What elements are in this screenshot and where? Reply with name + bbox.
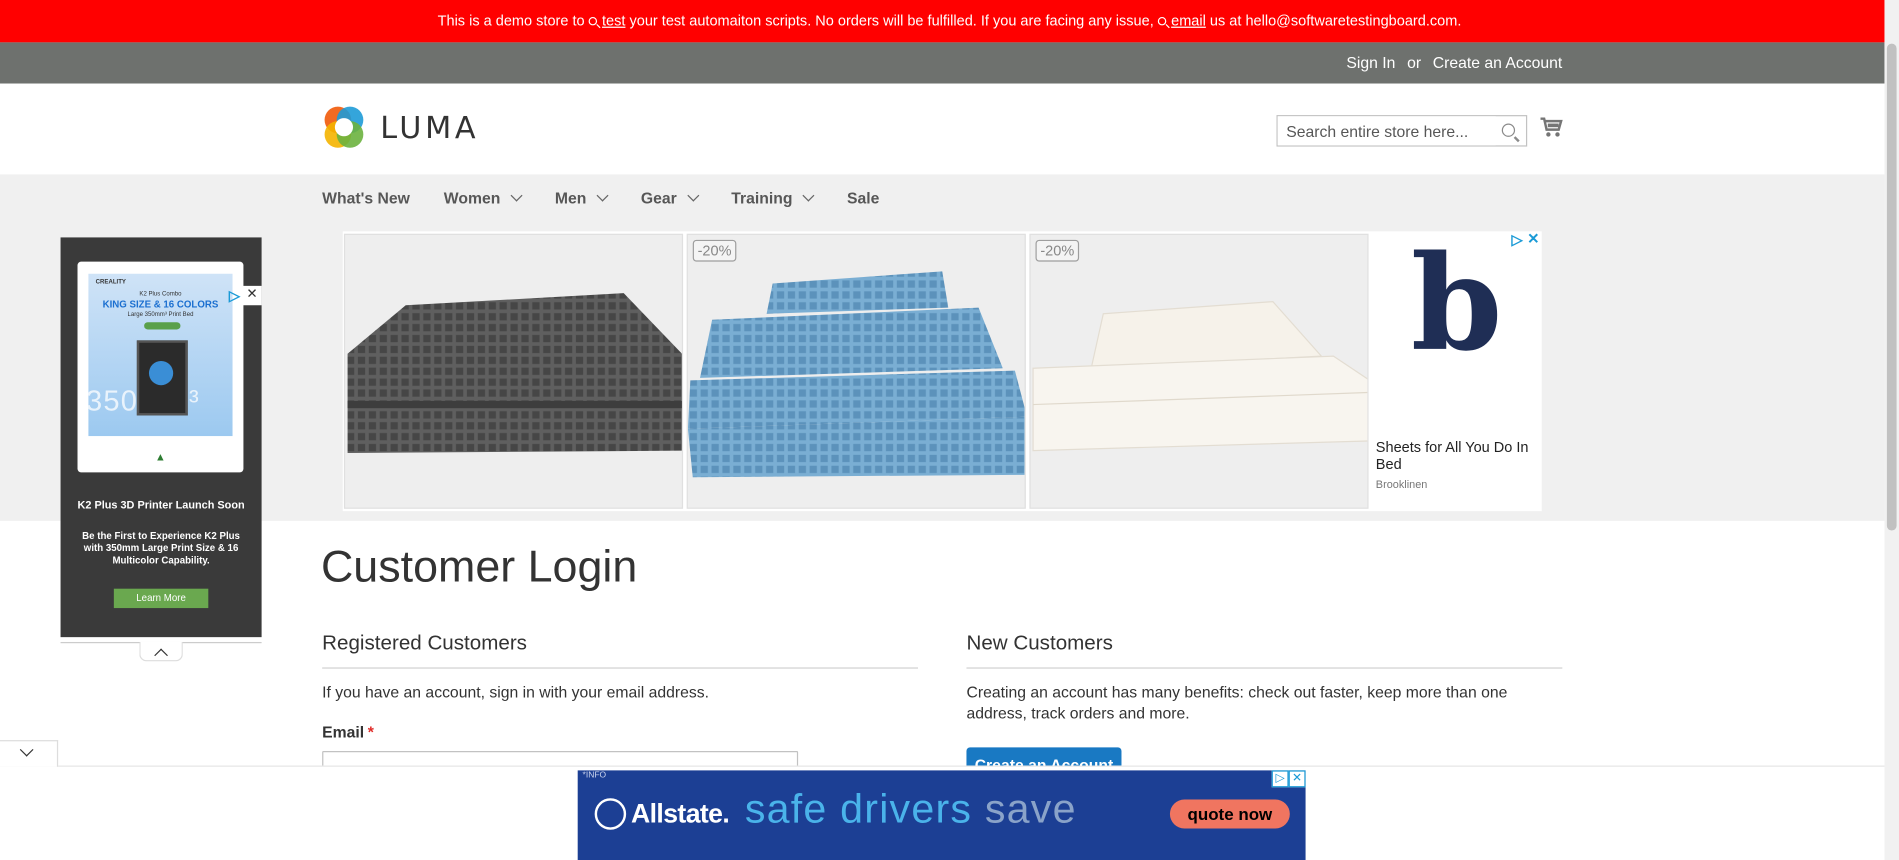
side-ad-title: K2 Plus 3D Printer Launch Soon xyxy=(77,499,245,512)
nav-label: What's New xyxy=(322,188,410,208)
cart-button[interactable] xyxy=(1539,116,1563,144)
chevron-down-icon xyxy=(687,189,700,202)
new-customers-title: New Customers xyxy=(966,631,1563,669)
discount-badge: -20% xyxy=(1035,239,1080,262)
search-icon xyxy=(588,16,598,26)
nav-women[interactable]: Women xyxy=(443,188,523,208)
nav-men[interactable]: Men xyxy=(554,188,609,208)
bottom-ad[interactable]: *INFO Allstate. safe drivers save quote … xyxy=(577,770,1306,860)
grey-towels-image xyxy=(347,293,682,454)
nav-sale[interactable]: Sale xyxy=(847,189,879,207)
demo-notice-suffix: us at hello@softwaretestingboard.com. xyxy=(1209,12,1462,30)
combo-text: K2 Plus Combo xyxy=(139,290,182,298)
page-title: Customer Login xyxy=(320,541,638,592)
brooklinen-logo: b xyxy=(1410,227,1503,381)
ad-tagline: safe drivers save xyxy=(745,786,1077,833)
ad-product-tile-blue-towels[interactable]: -20% xyxy=(686,233,1026,509)
ad-info-text: *INFO xyxy=(582,771,607,781)
nav-whats-new[interactable]: What's New xyxy=(322,189,410,207)
search-box xyxy=(1276,115,1528,147)
required-mark: * xyxy=(367,723,374,742)
logo-text: LUMA xyxy=(380,109,480,145)
email-label-text: Email xyxy=(322,723,365,742)
demo-notice-prefix: This is a demo store to xyxy=(437,12,585,30)
close-icon[interactable]: ✕ xyxy=(1288,770,1306,788)
ad-tagline-1: safe drivers xyxy=(744,786,973,833)
nav-label: Women xyxy=(443,188,501,208)
white-sheets-image xyxy=(1032,300,1368,452)
print-bed-text: Large 350mm³ Print Bed xyxy=(127,311,194,319)
search-icon xyxy=(1157,16,1167,26)
email-link[interactable]: email xyxy=(1171,12,1206,29)
ad-headline[interactable]: Sheets for All You Do In Bed xyxy=(1376,438,1533,472)
adchoices-icon[interactable]: ▷ xyxy=(1271,770,1289,788)
new-customers-text: Creating an account has many benefits: c… xyxy=(966,683,1508,722)
create-account-link[interactable]: Create an Account xyxy=(1433,53,1563,71)
ad-brand-name: Brooklinen xyxy=(1375,478,1428,491)
allstate-brand-text: Allstate. xyxy=(630,798,730,829)
search-icon[interactable] xyxy=(1501,123,1516,137)
collapse-ad-button[interactable] xyxy=(139,641,183,663)
ad-product-tile-grey-towels[interactable] xyxy=(343,233,684,509)
learn-more-button[interactable]: Learn More xyxy=(113,588,209,609)
nav-gear[interactable]: Gear xyxy=(640,188,700,208)
luma-logo[interactable]: LUMA xyxy=(322,105,479,149)
chevron-down-icon xyxy=(802,189,815,202)
discount-badge: -20% xyxy=(692,239,737,262)
nav-label: Gear xyxy=(640,188,677,208)
chevron-down-icon xyxy=(19,742,34,757)
side-ad-description: Be the First to Experience K2 Plus with … xyxy=(82,530,240,566)
top-links-bar: Sign In or Create an Account xyxy=(0,42,1885,84)
chevron-down-icon xyxy=(596,189,609,202)
printer-image: CREALITY K2 Plus Combo KING SIZE & 16 CO… xyxy=(88,273,233,437)
allstate-hands-icon xyxy=(594,798,627,830)
test-link[interactable]: test xyxy=(602,12,625,29)
demo-notice-bar: This is a demo store to test your test a… xyxy=(0,0,1899,43)
search-input[interactable] xyxy=(1277,116,1496,146)
bottom-ad-controls: ▷ ✕ xyxy=(1271,770,1306,788)
site-header xyxy=(0,83,1885,175)
ad-product-tile-white-sheets[interactable]: -20% xyxy=(1029,233,1369,509)
or-text: or xyxy=(1407,53,1422,72)
blue-towels-image xyxy=(687,271,1025,478)
banner-ad[interactable]: -20% -20% xyxy=(342,231,1542,512)
nav-label: Training xyxy=(731,188,793,208)
nav-label: Sale xyxy=(846,188,880,208)
sign-in-link[interactable]: Sign In xyxy=(1346,53,1395,71)
nav-training[interactable]: Training xyxy=(731,188,815,208)
close-icon[interactable]: ✕ xyxy=(242,285,262,306)
registered-customers-title: Registered Customers xyxy=(322,631,919,669)
nav-label: Men xyxy=(554,188,587,208)
side-ad-card: CREALITY K2 Plus Combo KING SIZE & 16 CO… xyxy=(77,261,244,473)
chevron-up-icon xyxy=(154,648,168,663)
allstate-logo: Allstate. xyxy=(594,798,730,830)
page-scrollbar[interactable] xyxy=(1884,0,1899,860)
king-size-text: KING SIZE & 16 COLORS xyxy=(102,299,219,311)
close-icon[interactable]: ✕ xyxy=(1527,230,1539,247)
adchoices-icon[interactable]: ▷ xyxy=(229,287,240,304)
collapse-bottom-ad-button[interactable] xyxy=(0,740,59,767)
cart-icon xyxy=(1540,117,1563,137)
creality-logo: CREALITY xyxy=(95,278,126,286)
luma-logo-icon xyxy=(324,106,364,148)
scrollbar-thumb[interactable] xyxy=(1886,43,1897,531)
registered-intro: If you have an account, sign in with you… xyxy=(322,683,709,702)
quote-now-button[interactable]: quote now xyxy=(1169,799,1290,829)
email-label: Email * xyxy=(322,723,374,741)
creality-mark-icon: ▲ xyxy=(155,450,166,463)
ad-tagline-2: save xyxy=(984,786,1077,833)
demo-notice-middle: your test automaiton scripts. No orders … xyxy=(629,12,1154,30)
adchoices-icon[interactable]: ▷ xyxy=(1511,231,1522,248)
chevron-down-icon xyxy=(510,189,523,202)
